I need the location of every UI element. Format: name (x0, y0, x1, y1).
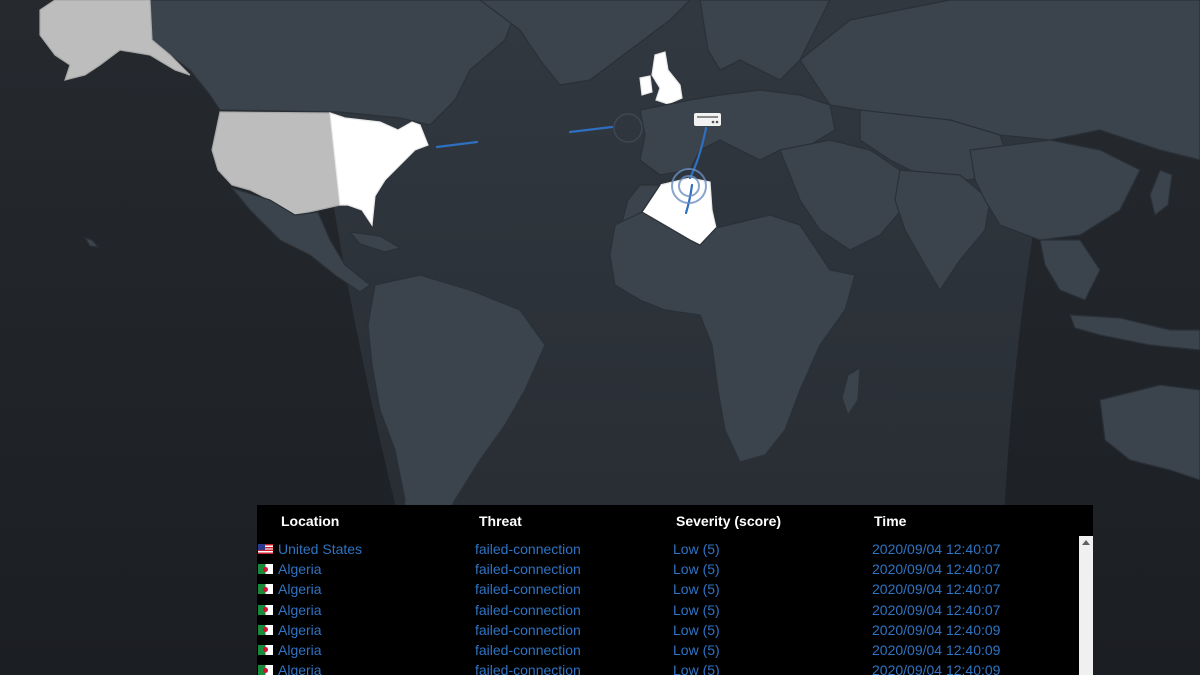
severity-cell[interactable]: Low (5) (673, 622, 720, 638)
time-cell[interactable]: 2020/09/04 12:40:09 (872, 622, 1000, 638)
ireland (639, 75, 653, 96)
threat-cell[interactable]: failed-connection (475, 561, 581, 577)
column-threat: Threat (479, 513, 522, 529)
column-location: Location (281, 513, 340, 529)
table-row[interactable]: Algeria failed-connection Low (5) 2020/0… (257, 599, 1079, 619)
threat-cell[interactable]: failed-connection (475, 662, 581, 675)
location-cell[interactable]: Algeria (278, 561, 322, 577)
scroll-up-arrow-icon[interactable] (1082, 540, 1090, 545)
location-cell[interactable]: United States (278, 541, 362, 557)
threat-cell[interactable]: failed-connection (475, 602, 581, 618)
severity-cell[interactable]: Low (5) (673, 581, 720, 597)
severity-cell[interactable]: Low (5) (673, 541, 720, 557)
time-cell[interactable]: 2020/09/04 12:40:07 (872, 581, 1000, 597)
location-cell[interactable]: Algeria (278, 662, 322, 675)
threat-cell[interactable]: failed-connection (475, 581, 581, 597)
location-cell[interactable]: Algeria (278, 642, 322, 658)
threat-cell[interactable]: failed-connection (475, 622, 581, 638)
algeria-flag-icon (258, 665, 273, 675)
table-row[interactable]: Algeria failed-connection Low (5) 2020/0… (257, 558, 1079, 578)
vertical-scrollbar[interactable] (1079, 536, 1093, 675)
time-cell[interactable]: 2020/09/04 12:40:07 (872, 541, 1000, 557)
time-cell[interactable]: 2020/09/04 12:40:09 (872, 662, 1000, 675)
time-cell[interactable]: 2020/09/04 12:40:07 (872, 561, 1000, 577)
table-row[interactable]: Algeria failed-connection Low (5) 2020/0… (257, 639, 1079, 659)
table-row[interactable]: United States failed-connection Low (5) … (257, 538, 1079, 558)
column-severity: Severity (score) (676, 513, 782, 529)
us-flag-icon (258, 544, 273, 554)
algeria-flag-icon (258, 604, 273, 615)
location-cell[interactable]: Algeria (278, 581, 322, 597)
location-cell[interactable]: Algeria (278, 622, 322, 638)
table-header: Location Threat Severity (score) Time (257, 505, 1093, 536)
time-cell[interactable]: 2020/09/04 12:40:07 (872, 602, 1000, 618)
threat-log-rows[interactable]: United States failed-connection Low (5) … (257, 538, 1079, 675)
algeria-flag-icon (258, 564, 273, 575)
severity-cell[interactable]: Low (5) (673, 561, 720, 577)
table-row[interactable]: Algeria failed-connection Low (5) 2020/0… (257, 578, 1079, 598)
severity-cell[interactable]: Low (5) (673, 602, 720, 618)
threat-log-panel: Location Threat Severity (score) Time Un… (257, 505, 1093, 675)
severity-cell[interactable]: Low (5) (673, 662, 720, 675)
algeria-flag-icon (258, 584, 273, 595)
threat-cell[interactable]: failed-connection (475, 541, 581, 557)
threat-cell[interactable]: failed-connection (475, 642, 581, 658)
column-time: Time (874, 513, 907, 529)
severity-cell[interactable]: Low (5) (673, 642, 720, 658)
time-cell[interactable]: 2020/09/04 12:40:09 (872, 642, 1000, 658)
algeria-flag-icon (258, 644, 273, 655)
table-row[interactable]: Algeria failed-connection Low (5) 2020/0… (257, 619, 1079, 639)
algeria-flag-icon (258, 624, 273, 635)
location-cell[interactable]: Algeria (278, 602, 322, 618)
server-device-icon (694, 113, 721, 126)
table-row[interactable]: Algeria failed-connection Low (5) 2020/0… (257, 659, 1079, 675)
